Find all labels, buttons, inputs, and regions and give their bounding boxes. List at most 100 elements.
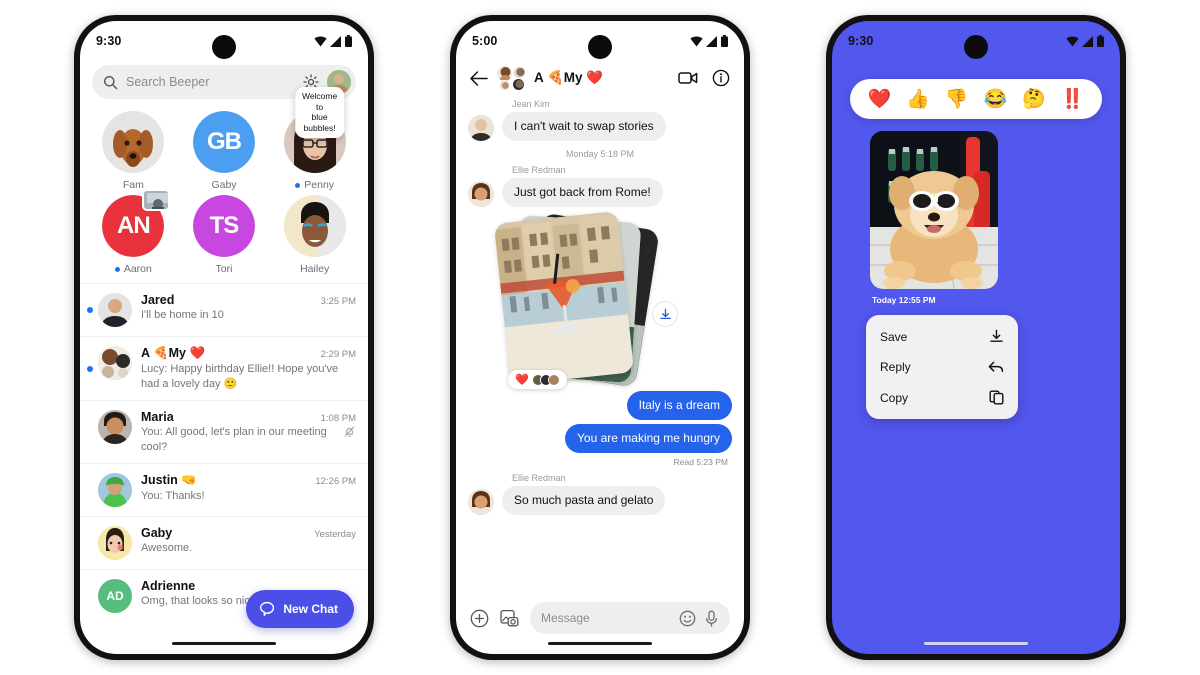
chat-preview: Awesome. xyxy=(141,542,193,555)
chat-row-group[interactable]: A 🍕My ❤️ 2:29 PM Lucy: Happy birthday El… xyxy=(80,336,368,400)
info-icon[interactable] xyxy=(712,69,730,87)
home-indicator xyxy=(924,641,1028,645)
new-chat-button[interactable]: New Chat xyxy=(246,590,354,628)
favorite-fam[interactable]: Fam xyxy=(88,111,179,191)
chat-time: 1:08 PM xyxy=(320,413,356,425)
home-indicator xyxy=(548,641,652,645)
chat-row-gaby[interactable]: Gaby Yesterday Awesome. xyxy=(80,516,368,569)
reaction-heart[interactable]: ❤️ xyxy=(867,87,891,111)
message-thread: Jean Kim I can't wait to swap stories Mo… xyxy=(456,99,744,515)
chat-preview-row: Lucy: Happy birthday Ellie!! Hope you've… xyxy=(141,362,356,391)
cluster-avatar-4 xyxy=(499,80,510,91)
chat-name: Adrienne xyxy=(141,579,196,594)
chat-name: Maria xyxy=(141,410,174,425)
cluster-avatar-3 xyxy=(512,78,525,91)
message-incoming: Just got back from Rome! xyxy=(468,178,732,207)
favorite-name: Hailey xyxy=(300,263,330,275)
reaction-thumbs-up[interactable]: 👍 xyxy=(906,87,930,111)
wifi-icon xyxy=(1066,36,1079,47)
favorite-label: Hailey xyxy=(300,263,329,275)
photo-reaction-pill[interactable]: ❤️ xyxy=(508,370,567,389)
avatar xyxy=(98,410,132,445)
reactor-avatar-3 xyxy=(547,373,560,386)
dog-photo-message[interactable] xyxy=(870,131,998,289)
favorite-aaron[interactable]: AN Aaron xyxy=(88,189,179,275)
chat-row-justin[interactable]: Justin 🤜 12:26 PM You: Thanks! xyxy=(80,463,368,516)
photo-stack-message[interactable]: ❤️ xyxy=(493,210,696,389)
avatar: AN xyxy=(102,189,171,257)
reaction-exclamation[interactable]: ‼️ xyxy=(1061,87,1085,111)
video-camera-icon[interactable] xyxy=(678,71,698,85)
unread-dot xyxy=(114,266,120,272)
wifi-icon xyxy=(314,36,327,47)
microphone-icon[interactable] xyxy=(704,610,719,627)
avatar xyxy=(98,526,132,561)
favorite-name: Tori xyxy=(215,263,233,275)
reaction-thinking[interactable]: 🤔 xyxy=(1022,87,1046,111)
avatar-monogram: TS xyxy=(192,195,255,257)
chat-preview-row: You: All good, let's plan in our meeting… xyxy=(141,425,356,454)
new-chat-label: New Chat xyxy=(283,602,338,616)
favorite-gaby[interactable]: GB Gaby xyxy=(179,111,270,191)
favorite-name: Penny xyxy=(304,179,335,191)
avatar xyxy=(102,111,165,173)
screenshot-stage: 9:30 Search Beeper Fam GB Gaby Welcome t… xyxy=(0,0,1200,675)
chat-time: 3:25 PM xyxy=(320,296,356,307)
camera-punch-hole xyxy=(212,35,236,59)
message-bubble: So much pasta and gelato xyxy=(502,486,666,515)
message-input[interactable]: Message xyxy=(530,602,730,634)
favorite-tori[interactable]: TS Tori xyxy=(179,195,270,275)
favorite-label: Tori xyxy=(216,263,233,275)
chat-row-jared[interactable]: Jared 3:25 PM I'll be home in 10 xyxy=(80,283,368,336)
menu-item-save[interactable]: Save xyxy=(866,321,1018,352)
signal-icon xyxy=(1082,36,1094,47)
group-avatar-cluster[interactable] xyxy=(496,65,526,91)
camera-punch-hole xyxy=(964,35,988,59)
avatar: GB xyxy=(192,111,255,173)
message-outgoing: Italy is a dream xyxy=(468,391,732,420)
avatar-monogram: GB xyxy=(192,111,255,173)
search-input[interactable]: Search Beeper xyxy=(126,75,295,89)
chat-row-maria[interactable]: Maria 1:08 PM You: All good, let's plan … xyxy=(80,400,368,463)
reaction-laugh[interactable]: 😂 xyxy=(983,87,1007,111)
phone3-screen: 9:30 ❤️ 👍 👎 😂 🤔 ‼️ Today 12:55 PM Save R… xyxy=(832,21,1120,654)
chat-content: Gaby Yesterday Awesome. xyxy=(141,526,356,556)
avatar-initials: AD xyxy=(98,579,132,614)
home-indicator xyxy=(172,641,276,645)
status-clock: 9:30 xyxy=(848,34,874,48)
chat-preview: You: All good, let's plan in our meeting… xyxy=(141,426,327,453)
message-bubble: You are making me hungry xyxy=(565,424,732,453)
menu-item-reply[interactable]: Reply xyxy=(866,352,1018,382)
favorite-name: Gaby xyxy=(211,179,237,191)
plus-circle-icon[interactable] xyxy=(470,609,489,628)
battery-icon xyxy=(345,35,352,47)
photo-card-front xyxy=(493,210,635,386)
reactor-avatars xyxy=(531,373,560,386)
favorite-penny[interactable]: Welcome to blue bubbles! Penny xyxy=(269,87,360,191)
chat-preview-row: I'll be home in 10 xyxy=(141,308,356,323)
chat-name: Justin 🤜 xyxy=(141,473,197,488)
menu-item-copy[interactable]: Copy xyxy=(866,382,1018,413)
conversation-title: A 🍕My ❤️ xyxy=(534,70,604,85)
chat-list: Jared 3:25 PM I'll be home in 10 A 🍕My ❤… xyxy=(80,281,368,622)
copy-icon xyxy=(989,390,1004,405)
favorite-label: Aaron xyxy=(114,263,152,275)
gallery-camera-icon[interactable] xyxy=(500,609,519,628)
download-icon[interactable] xyxy=(652,301,678,327)
chat-time: Yesterday xyxy=(314,529,356,541)
mute-icon xyxy=(343,425,356,438)
emoji-icon[interactable] xyxy=(679,610,696,627)
message-composer: Message xyxy=(456,602,744,634)
chat-bubble-icon xyxy=(259,601,275,617)
menu-label: Save xyxy=(880,329,908,344)
chat-top: Justin 🤜 12:26 PM xyxy=(141,473,356,488)
day-divider: Monday 5:18 PM xyxy=(565,149,635,159)
status-clock: 5:00 xyxy=(472,34,498,48)
reaction-thumbs-down[interactable]: 👎 xyxy=(945,87,969,111)
avatar-photo-badge xyxy=(142,189,171,211)
favorite-name: Fam xyxy=(122,179,144,191)
back-arrow-icon[interactable] xyxy=(470,70,488,86)
favorite-hailey[interactable]: Hailey xyxy=(269,195,360,275)
chat-name: Gaby xyxy=(141,526,173,541)
chat-time: 2:29 PM xyxy=(320,349,356,360)
